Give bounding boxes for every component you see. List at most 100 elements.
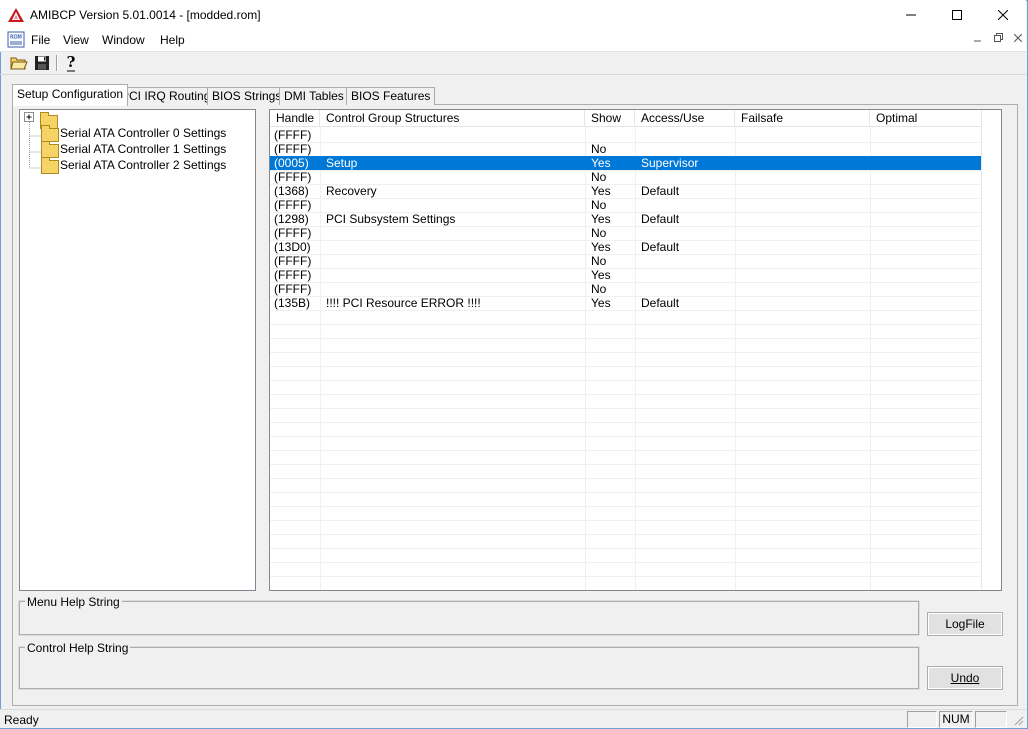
setup-tree[interactable]: Serial ATA Controller 0 Settings Serial … <box>19 109 256 591</box>
table-cell: (FFFF) <box>274 198 312 212</box>
table-row[interactable]: (FFFF) No <box>270 282 982 297</box>
maximize-button[interactable] <box>934 0 980 30</box>
table-row[interactable]: (1298) PCI Subsystem Settings Yes Default <box>270 212 982 227</box>
title-bar: A AMIBCP Version 5.01.0014 - [modded.rom… <box>0 0 1026 30</box>
menu-view[interactable]: View <box>63 33 89 47</box>
tree-item-label: Serial ATA Controller 1 Settings <box>60 142 227 156</box>
empty-row <box>270 562 982 577</box>
window-title: AMIBCP Version 5.01.0014 - [modded.rom] <box>30 8 261 22</box>
column-header-optimal[interactable]: Optimal <box>870 110 982 127</box>
rom-document-icon: ROM <box>7 31 25 48</box>
folder-icon <box>41 125 59 142</box>
empty-row <box>270 478 982 493</box>
menu-file[interactable]: File <box>31 33 50 47</box>
minimize-icon <box>906 14 916 16</box>
table-row[interactable]: (135B) !!!! PCI Resource ERROR !!!! Yes Def… <box>270 296 982 311</box>
amibcp-app-icon: A <box>8 8 24 22</box>
table-row[interactable]: (1368) Recovery Yes Default <box>270 184 982 199</box>
column-header-handle[interactable]: Handle <box>270 110 320 127</box>
table-cell: Yes <box>591 156 611 170</box>
mdi-restore-button[interactable] <box>990 33 1006 47</box>
restore-icon <box>993 33 1003 42</box>
table-row[interactable]: (FFFF) No <box>270 142 982 157</box>
undo-button-label: Undo <box>950 671 980 685</box>
maximize-icon <box>952 10 962 20</box>
menu-help[interactable]: Help <box>160 33 185 47</box>
table-row[interactable]: (FFFF) <box>270 128 982 143</box>
table-cell: Yes <box>591 212 611 226</box>
menu-help-box <box>19 601 919 635</box>
save-button[interactable] <box>31 53 53 73</box>
control-help-box <box>19 647 919 689</box>
open-button[interactable] <box>8 53 30 73</box>
status-text: Ready <box>4 713 39 727</box>
svg-text:ROM: ROM <box>10 35 22 41</box>
status-pane-scroll <box>975 711 1007 728</box>
undo-button[interactable]: Undo <box>927 666 1003 690</box>
toolbar-separator <box>56 55 58 71</box>
toolbar: ? <box>0 52 1026 75</box>
logfile-button[interactable]: LogFile <box>927 612 1003 636</box>
close-button[interactable] <box>980 0 1026 30</box>
resize-grip-icon[interactable] <box>1012 714 1024 726</box>
folder-icon <box>41 157 59 174</box>
tab-dmi-tables[interactable]: DMI Tables <box>279 87 349 105</box>
svg-text:A: A <box>14 16 18 22</box>
tree-item[interactable]: Serial ATA Controller 1 Settings <box>40 141 252 158</box>
empty-row <box>270 408 982 423</box>
column-header-show[interactable]: Show <box>585 110 635 127</box>
table-row[interactable]: (FFFF) No <box>270 198 982 213</box>
table-cell: (FFFF) <box>274 142 312 156</box>
empty-row <box>270 520 982 535</box>
status-pane-num: NUM <box>939 711 973 728</box>
table-row[interactable]: (FFFF) Yes <box>270 268 982 283</box>
control-group-table[interactable]: Handle Control Group Structures Show Acc… <box>269 109 1002 591</box>
tree-item[interactable]: Serial ATA Controller 2 Settings <box>40 157 252 174</box>
status-pane-caps <box>907 711 937 728</box>
tab-pci-irq-routing[interactable]: PCI IRQ Routing <box>116 87 216 105</box>
empty-row <box>270 436 982 451</box>
mdi-close-button[interactable] <box>1010 33 1026 47</box>
tab-bios-strings[interactable]: BIOS Strings <box>207 87 287 105</box>
open-folder-icon <box>10 57 28 70</box>
folder-icon <box>41 141 59 158</box>
vertical-scrollbar[interactable] <box>981 110 1001 588</box>
column-header-failsafe[interactable]: Failsafe <box>735 110 870 127</box>
table-cell: No <box>591 226 607 240</box>
table-row[interactable]: (0005) Setup Yes Supervisor <box>270 156 982 171</box>
table-cell: (13D0) <box>274 240 311 254</box>
help-button[interactable]: ? <box>60 53 82 73</box>
control-help-group <box>18 646 920 690</box>
table-cell: Default <box>641 296 680 310</box>
menu-window[interactable]: Window <box>102 33 145 47</box>
menu-help-group <box>18 600 920 636</box>
table-row[interactable]: (13D0) Yes Default <box>270 240 982 255</box>
table-row[interactable]: (FFFF) No <box>270 226 982 241</box>
table-cell: Supervisor <box>641 156 699 170</box>
logfile-button-label: LogFile <box>945 617 985 631</box>
menu-help-label: Menu Help String <box>25 595 122 609</box>
table-cell: Default <box>641 212 680 226</box>
minimize-button[interactable] <box>888 0 934 30</box>
empty-row <box>270 422 982 437</box>
tree-item-label: Serial ATA Controller 0 Settings <box>60 126 227 140</box>
table-cell: (FFFF) <box>274 226 312 240</box>
tab-setup-configuration[interactable]: Setup Configuration <box>12 84 129 106</box>
empty-row <box>270 310 982 325</box>
tab-bios-features[interactable]: BIOS Features <box>346 87 436 105</box>
table-row[interactable]: (FFFF) No <box>270 254 982 269</box>
table-cell: No <box>591 142 607 156</box>
empty-row <box>270 450 982 465</box>
control-help-label: Control Help String <box>25 641 131 655</box>
mdi-minimize-button[interactable] <box>970 33 986 47</box>
empty-row <box>270 394 982 409</box>
empty-row <box>270 548 982 563</box>
column-header-control-group[interactable]: Control Group Structures <box>320 110 585 127</box>
empty-row <box>270 576 982 590</box>
table-cell: Yes <box>591 296 611 310</box>
column-header-access[interactable]: Access/Use <box>635 110 735 127</box>
tree-item[interactable]: Serial ATA Controller 0 Settings <box>40 125 252 142</box>
table-row[interactable]: (FFFF) No <box>270 170 982 185</box>
empty-row <box>270 380 982 395</box>
table-cell: (FFFF) <box>274 128 312 142</box>
